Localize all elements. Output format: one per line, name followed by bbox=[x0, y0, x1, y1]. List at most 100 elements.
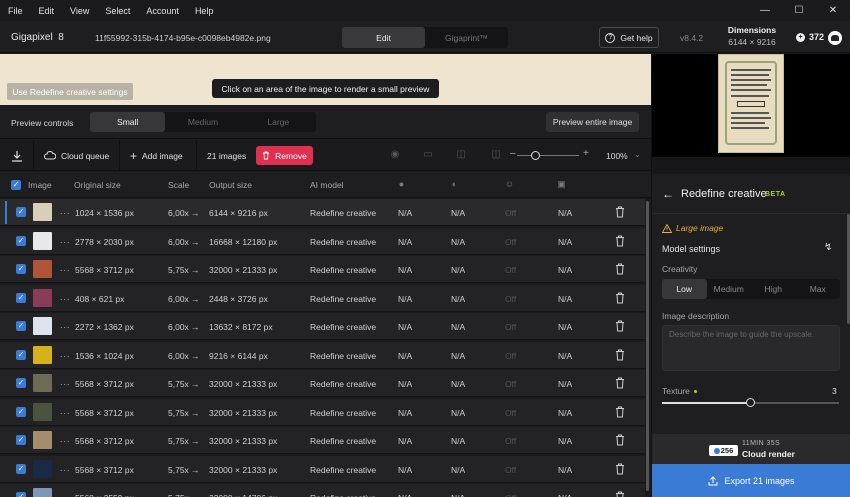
zoom-in-icon[interactable]: + bbox=[583, 148, 589, 159]
menu-file[interactable]: File bbox=[0, 6, 31, 16]
row-checkbox[interactable]: ✓ bbox=[16, 207, 26, 217]
delete-row-icon[interactable] bbox=[615, 434, 625, 446]
table-row[interactable]: ✓... 5568 × 3712 px 5,75x → 32000 × 21333 p… bbox=[0, 455, 645, 483]
more-icon[interactable]: ... bbox=[60, 434, 71, 444]
table-row[interactable]: ✓... 5568 × 3712 px 5,75x → 32000 × 21333 p… bbox=[0, 370, 645, 397]
row-checkbox[interactable]: ✓ bbox=[16, 235, 26, 246]
scale[interactable]: 5,75x → bbox=[168, 436, 200, 446]
more-icon[interactable]: ... bbox=[60, 206, 71, 216]
row-checkbox[interactable]: ✓ bbox=[16, 264, 26, 274]
avatar[interactable] bbox=[828, 31, 842, 45]
row-checkbox[interactable]: ✓ bbox=[16, 292, 26, 303]
column-ai-model[interactable]: AI model bbox=[310, 180, 344, 190]
remove-button[interactable]: Remove bbox=[256, 146, 313, 165]
more-icon[interactable]: ... bbox=[60, 377, 71, 387]
scale[interactable]: 5,75x → bbox=[168, 465, 200, 475]
table-row[interactable]: ✓... 5568 × 3712 px 5,75x → 32000 × 21333 p… bbox=[0, 427, 645, 454]
credits-display[interactable]: + 372 bbox=[796, 32, 824, 42]
download-icon[interactable] bbox=[11, 140, 23, 171]
eye-icon[interactable]: ◉ bbox=[389, 150, 401, 160]
menu-account[interactable]: Account bbox=[138, 6, 187, 16]
maximize-icon[interactable]: ☐ bbox=[782, 0, 816, 21]
more-icon[interactable]: ... bbox=[60, 292, 71, 302]
get-help-button[interactable]: ? Get help bbox=[599, 27, 659, 48]
texture-slider-handle[interactable] bbox=[745, 398, 755, 407]
scale[interactable]: 6,00x → bbox=[168, 208, 200, 218]
delete-row-icon[interactable] bbox=[615, 206, 625, 218]
scale[interactable]: 6,00x → bbox=[168, 322, 200, 332]
table-row[interactable]: ✓... 5568 × 2559 px 5,75x → 32000 × 14706 p… bbox=[0, 484, 645, 497]
table-row[interactable]: ✓... 1024 × 1536 px 6,00x → 6144 × 9216 px R… bbox=[0, 199, 645, 226]
scale[interactable]: 5,75x → bbox=[168, 493, 200, 497]
more-icon[interactable]: ... bbox=[60, 235, 71, 245]
creativity-max[interactable]: Max bbox=[796, 279, 841, 299]
delete-row-icon[interactable] bbox=[615, 235, 625, 247]
select-all-checkbox[interactable]: ✓ bbox=[11, 180, 21, 190]
creativity-high[interactable]: High bbox=[751, 279, 796, 299]
table-row[interactable]: ✓... 5568 × 3712 px 5,75x → 32000 × 21333 p… bbox=[0, 256, 645, 283]
minimize-icon[interactable]: — bbox=[748, 0, 782, 21]
column-image[interactable]: Image bbox=[28, 180, 52, 190]
row-checkbox[interactable]: ✓ bbox=[16, 378, 26, 388]
row-checkbox[interactable]: ✓ bbox=[16, 406, 26, 417]
table-row[interactable]: ✓... 1536 × 1024 px 6,00x → 9216 × 6144 px R… bbox=[0, 341, 645, 369]
more-icon[interactable]: ... bbox=[60, 463, 71, 473]
chevron-down-icon[interactable]: ⌄ bbox=[634, 150, 641, 159]
zoom-slider[interactable] bbox=[517, 155, 579, 156]
row-checkbox[interactable]: ✓ bbox=[16, 492, 26, 497]
delete-row-icon[interactable] bbox=[615, 263, 625, 275]
more-icon[interactable]: ... bbox=[60, 491, 71, 497]
column-output-size[interactable]: Output size bbox=[209, 180, 252, 190]
preview-size-small[interactable]: Small bbox=[90, 112, 166, 132]
row-checkbox[interactable]: ✓ bbox=[16, 435, 26, 445]
scale[interactable]: 6,00x → bbox=[168, 237, 200, 247]
delete-row-icon[interactable] bbox=[615, 292, 625, 304]
more-icon[interactable]: ... bbox=[60, 320, 71, 330]
creativity-medium[interactable]: Medium bbox=[707, 279, 752, 299]
cloud-render-toggle[interactable]: 256 11MIN 35S Cloud render bbox=[652, 434, 850, 464]
scale[interactable]: 6,00x → bbox=[168, 351, 200, 361]
side-by-side-icon[interactable]: ◫ bbox=[490, 150, 502, 160]
close-icon[interactable]: ✕ bbox=[816, 0, 850, 21]
table-row[interactable]: ✓... 2272 × 1362 px 6,00x → 13632 × 8172 px… bbox=[0, 313, 645, 340]
use-settings-button[interactable]: Use Redefine creative settings bbox=[7, 83, 133, 100]
scale[interactable]: 5,75x → bbox=[168, 379, 200, 389]
delete-row-icon[interactable] bbox=[615, 320, 625, 332]
menu-select[interactable]: Select bbox=[97, 6, 138, 16]
more-icon[interactable]: ... bbox=[60, 349, 71, 359]
table-row[interactable]: ✓... 2778 × 2030 px 6,00x → 16668 × 12180 p… bbox=[0, 227, 645, 255]
creativity-low[interactable]: Low bbox=[662, 279, 707, 299]
column-original-size[interactable]: Original size bbox=[74, 180, 121, 190]
delete-row-icon[interactable] bbox=[615, 406, 625, 418]
menu-edit[interactable]: Edit bbox=[31, 6, 63, 16]
back-arrow-icon[interactable]: ← bbox=[662, 187, 674, 201]
more-icon[interactable]: ... bbox=[60, 406, 71, 416]
more-icon[interactable]: ... bbox=[60, 263, 71, 273]
zoom-slider-handle[interactable] bbox=[531, 151, 541, 160]
preview-size-large[interactable]: Large bbox=[241, 112, 316, 132]
cloud-queue-button[interactable]: Cloud queue bbox=[44, 140, 109, 171]
zoom-out-icon[interactable]: – bbox=[510, 148, 516, 159]
menu-help[interactable]: Help bbox=[187, 6, 222, 16]
add-image-button[interactable]: + Add image bbox=[130, 140, 183, 171]
table-row[interactable]: ✓... 5568 × 3712 px 5,75x → 32000 × 21333 p… bbox=[0, 398, 645, 426]
delete-row-icon[interactable] bbox=[615, 491, 625, 497]
tab-gigaprint[interactable]: Gigaprint™ bbox=[425, 27, 508, 48]
preview-size-medium[interactable]: Medium bbox=[165, 112, 240, 132]
row-checkbox[interactable]: ✓ bbox=[16, 463, 26, 474]
tab-edit[interactable]: Edit bbox=[342, 27, 425, 48]
table-row[interactable]: ✓... 408 × 621 px 6,00x → 2448 × 3726 px Red… bbox=[0, 284, 645, 312]
delete-row-icon[interactable] bbox=[615, 463, 625, 475]
delete-row-icon[interactable] bbox=[615, 349, 625, 361]
scale[interactable]: 5,75x → bbox=[168, 408, 200, 418]
row-checkbox[interactable]: ✓ bbox=[16, 321, 26, 331]
scrollbar-thumb[interactable] bbox=[646, 201, 649, 491]
preview-entire-image-button[interactable]: Preview entire image bbox=[546, 112, 639, 132]
lightning-icon[interactable]: ↯ bbox=[824, 242, 832, 253]
export-button[interactable]: Export 21 images bbox=[652, 464, 850, 497]
row-checkbox[interactable]: ✓ bbox=[16, 349, 26, 360]
menu-view[interactable]: View bbox=[62, 6, 97, 16]
split-view-icon[interactable]: ◫ bbox=[455, 150, 467, 160]
image-description-input[interactable] bbox=[662, 325, 840, 371]
navigator-thumbnail[interactable] bbox=[718, 54, 784, 153]
